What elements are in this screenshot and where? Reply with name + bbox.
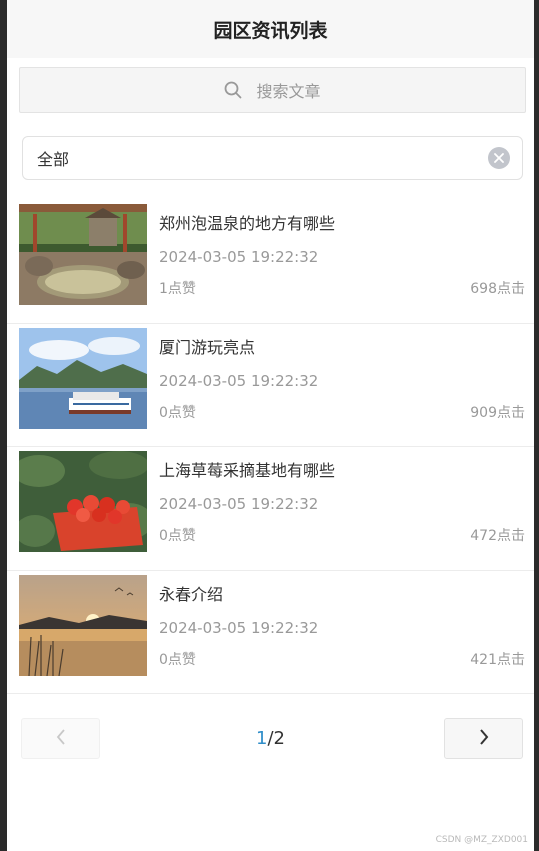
article-time: 2024-03-05 19:22:32 <box>159 495 319 513</box>
article-time: 2024-03-05 19:22:32 <box>159 618 319 637</box>
list-item[interactable]: 郑州泡温泉的地方有哪些 2024-03-05 19:22:32 1点赞 698点… <box>7 200 534 324</box>
list-item[interactable]: 厦门游玩亮点 2024-03-05 19:22:32 0点赞 909点击 <box>7 324 534 447</box>
article-clicks: 909点击 <box>470 404 525 421</box>
article-time: 2024-03-05 19:22:32 <box>159 248 319 266</box>
article-likes: 0点赞 <box>159 404 196 421</box>
ferry-photo <box>19 327 147 429</box>
search-icon <box>224 81 242 99</box>
category-filter-value: 全部 <box>37 150 70 169</box>
nav-bar: 园区资讯列表 <box>7 0 534 58</box>
clear-icon[interactable] <box>488 147 510 169</box>
list-item[interactable]: 上海草莓采摘基地有哪些 2024-03-05 19:22:32 0点赞 472点… <box>7 447 534 571</box>
strawberry-photo <box>19 451 147 552</box>
article-clicks: 421点击 <box>470 651 525 668</box>
article-title[interactable]: 上海草莓采摘基地有哪些 <box>159 457 335 481</box>
article-clicks: 472点击 <box>470 528 525 544</box>
chevron-right-icon <box>478 728 490 750</box>
article-info: 厦门游玩亮点 2024-03-05 19:22:32 0点赞 909点击 <box>159 328 534 429</box>
search-placeholder: 搜索文章 <box>256 82 321 101</box>
app-screen: 园区资讯列表 搜索文章 全部 郑州泡温泉的地方有哪些 2024-03-05 19… <box>7 0 534 851</box>
article-info: 郑州泡温泉的地方有哪些 2024-03-05 19:22:32 1点赞 698点… <box>159 204 534 305</box>
hot-spring-photo <box>19 204 147 305</box>
article-likes: 0点赞 <box>159 528 196 544</box>
total-pages: 2 <box>273 728 285 749</box>
article-likes: 0点赞 <box>159 651 196 668</box>
list-item[interactable]: 永春介绍 2024-03-05 19:22:32 0点赞 421点击 <box>7 571 534 694</box>
watermark: CSDN @MZ_ZXD001 <box>435 835 528 845</box>
page-title: 园区资讯列表 <box>213 19 328 42</box>
article-clicks: 698点击 <box>470 281 525 297</box>
category-filter[interactable]: 全部 <box>22 136 523 180</box>
search-bar[interactable]: 搜索文章 <box>19 67 526 113</box>
article-list: 郑州泡温泉的地方有哪些 2024-03-05 19:22:32 1点赞 698点… <box>7 200 534 694</box>
article-title[interactable]: 厦门游玩亮点 <box>159 334 255 358</box>
sunset-lake-photo <box>19 574 147 676</box>
pagination: 1/2 <box>7 718 534 760</box>
current-page: 1 <box>256 728 268 749</box>
article-info: 永春介绍 2024-03-05 19:22:32 0点赞 421点击 <box>159 575 534 676</box>
article-info: 上海草莓采摘基地有哪些 2024-03-05 19:22:32 0点赞 472点… <box>159 451 534 552</box>
article-likes: 1点赞 <box>159 281 196 297</box>
article-time: 2024-03-05 19:22:32 <box>159 371 319 390</box>
article-title[interactable]: 永春介绍 <box>159 581 223 605</box>
article-title[interactable]: 郑州泡温泉的地方有哪些 <box>159 210 335 234</box>
next-page-button[interactable] <box>444 718 523 759</box>
